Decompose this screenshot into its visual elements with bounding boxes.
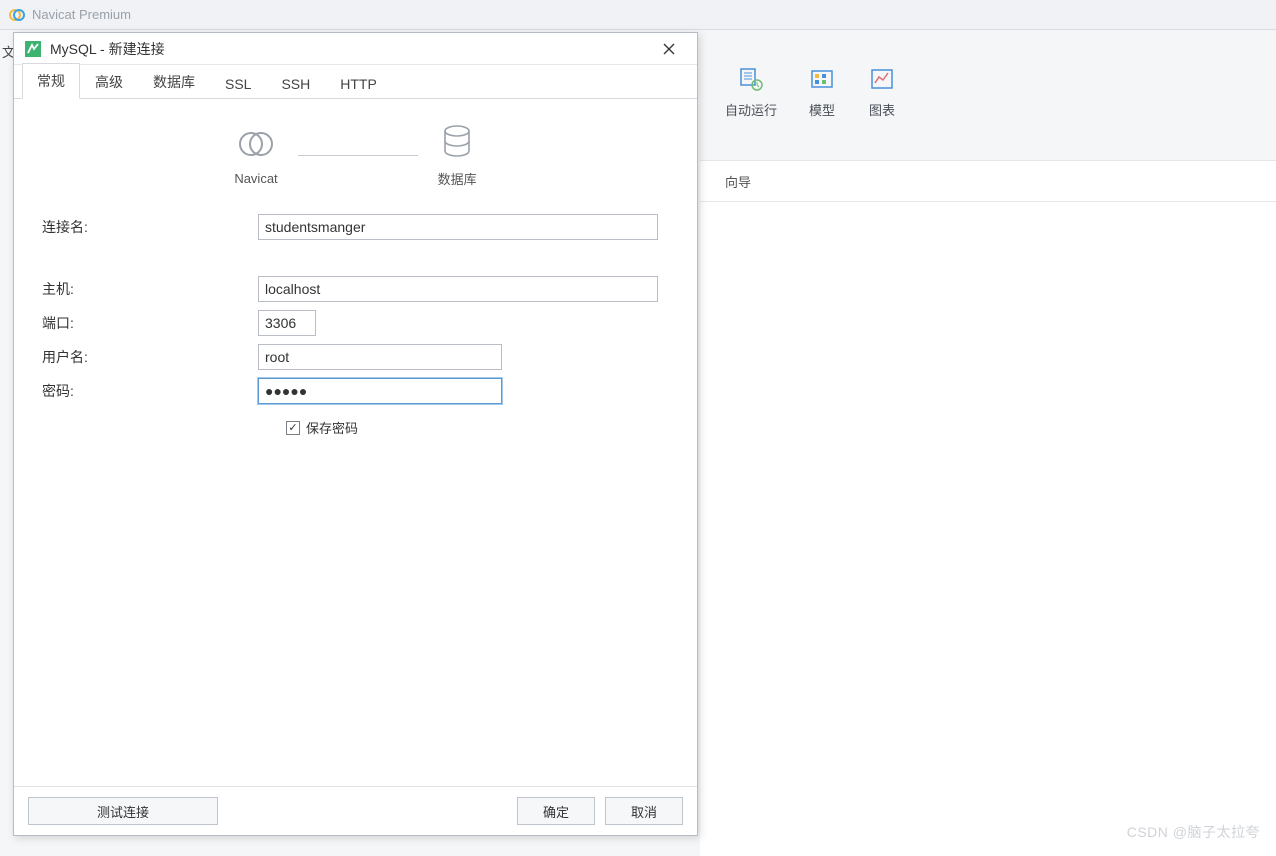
toolbar-label: 图表 bbox=[869, 100, 895, 119]
connection-line bbox=[298, 155, 418, 156]
graphic-database-node: 数据库 bbox=[438, 123, 477, 188]
connection-name-input[interactable] bbox=[258, 214, 658, 240]
host-label: 主机: bbox=[42, 279, 258, 299]
chart-icon bbox=[867, 64, 897, 94]
background-subbar: 向导 bbox=[700, 160, 1276, 202]
dialog-tabs: 常规 高级 数据库 SSL SSH HTTP bbox=[14, 65, 697, 99]
cancel-button[interactable]: 取消 bbox=[605, 797, 683, 825]
ok-button[interactable]: 确定 bbox=[517, 797, 595, 825]
connection-graphic: Navicat 数据库 bbox=[14, 99, 697, 200]
port-input[interactable] bbox=[258, 310, 316, 336]
username-input[interactable] bbox=[258, 344, 502, 370]
toolbar-item-chart[interactable]: 图表 bbox=[867, 64, 897, 144]
row-connection-name: 连接名: bbox=[42, 210, 669, 244]
main-title-bar: Navicat Premium bbox=[0, 0, 1276, 30]
close-button[interactable] bbox=[651, 35, 687, 63]
row-host: 主机: bbox=[42, 272, 669, 306]
password-input[interactable] bbox=[258, 378, 502, 404]
autorun-icon bbox=[736, 64, 766, 94]
dialog-title: MySQL - 新建连接 bbox=[50, 39, 651, 59]
watermark: CSDN @脑子太拉夸 bbox=[1127, 822, 1260, 842]
navicat-logo-icon bbox=[8, 6, 26, 24]
password-label: 密码: bbox=[42, 381, 258, 401]
background-toolbar: 自动运行 模型 图表 bbox=[700, 64, 1276, 144]
tab-http[interactable]: HTTP bbox=[325, 68, 392, 99]
form-area: 连接名: 主机: 端口: 用户名: 密码: ✓ 保存密码 bbox=[14, 200, 697, 447]
database-icon bbox=[440, 123, 474, 161]
app-title: Navicat Premium bbox=[32, 7, 131, 22]
dialog-footer: 测试连接 确定 取消 bbox=[14, 786, 697, 835]
tab-database[interactable]: 数据库 bbox=[138, 64, 210, 99]
test-connection-button[interactable]: 测试连接 bbox=[28, 797, 218, 825]
graphic-database-label: 数据库 bbox=[438, 169, 477, 188]
save-password-checkbox[interactable]: ✓ bbox=[286, 421, 300, 435]
graphic-navicat-node: Navicat bbox=[234, 125, 277, 186]
background-content bbox=[700, 202, 1276, 856]
port-label: 端口: bbox=[42, 313, 258, 333]
tab-general[interactable]: 常规 bbox=[22, 63, 80, 99]
tab-ssh[interactable]: SSH bbox=[266, 68, 325, 99]
new-connection-dialog: MySQL - 新建连接 常规 高级 数据库 SSL SSH HTTP Navi… bbox=[13, 32, 698, 836]
connection-name-label: 连接名: bbox=[42, 217, 258, 237]
close-icon bbox=[663, 43, 675, 55]
row-port: 端口: bbox=[42, 306, 669, 340]
toolbar-label: 自动运行 bbox=[725, 100, 777, 119]
dialog-title-bar: MySQL - 新建连接 bbox=[14, 33, 697, 65]
tab-advanced[interactable]: 高级 bbox=[80, 64, 138, 99]
tab-ssl[interactable]: SSL bbox=[210, 68, 266, 99]
toolbar-label: 模型 bbox=[809, 100, 835, 119]
mysql-icon bbox=[24, 40, 42, 58]
username-label: 用户名: bbox=[42, 347, 258, 367]
subbar-hint: 向导 bbox=[725, 172, 751, 191]
row-password: 密码: bbox=[42, 374, 669, 408]
toolbar-item-model[interactable]: 模型 bbox=[807, 64, 837, 144]
navicat-icon bbox=[237, 125, 275, 163]
toolbar-item-autorun[interactable]: 自动运行 bbox=[725, 64, 777, 144]
graphic-navicat-label: Navicat bbox=[234, 171, 277, 186]
row-username: 用户名: bbox=[42, 340, 669, 374]
row-save-password: ✓ 保存密码 bbox=[42, 408, 669, 437]
save-password-label: 保存密码 bbox=[306, 418, 358, 437]
host-input[interactable] bbox=[258, 276, 658, 302]
model-icon bbox=[807, 64, 837, 94]
